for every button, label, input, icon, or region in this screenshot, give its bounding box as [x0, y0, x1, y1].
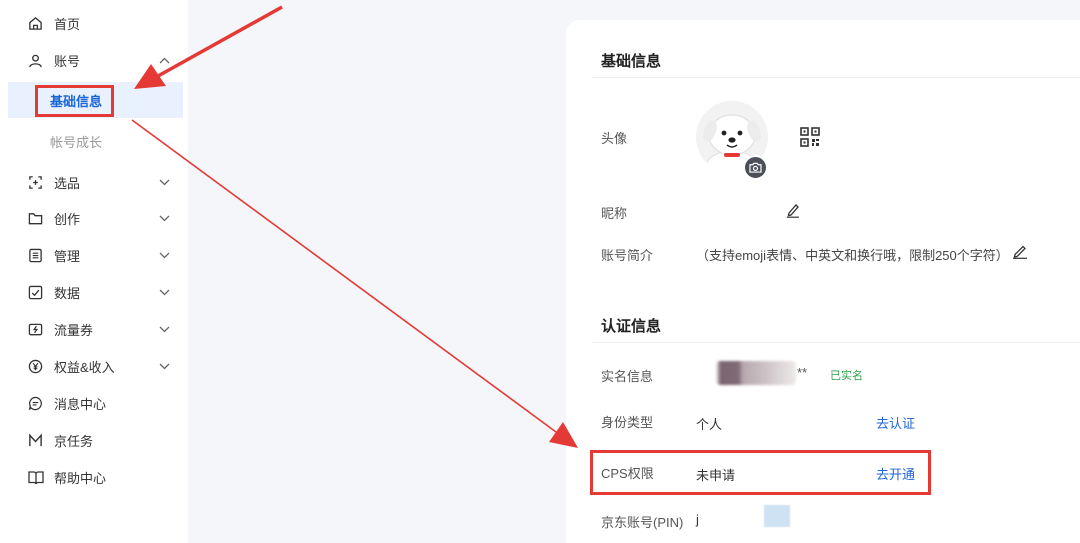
realname-masked: **: [797, 365, 808, 380]
task-icon: [27, 432, 44, 449]
home-icon: [27, 15, 44, 32]
sidebar-item-rights-income[interactable]: 权益&收入: [0, 348, 188, 384]
highlight-box-basic-info: [35, 85, 114, 117]
highlight-box-cps: [590, 450, 931, 495]
sidebar-item-label: 流量券: [54, 322, 94, 338]
sidebar-item-label: 数据: [54, 285, 81, 301]
sidebar-item-label: 权益&收入: [54, 359, 115, 375]
sidebar-item-label: 账号: [54, 53, 81, 69]
sidebar-subitem-label: 帐号成长: [50, 134, 103, 150]
chevron-down-icon: [158, 360, 170, 372]
coupon-icon: [27, 321, 44, 338]
identity-label: 身份类型: [601, 415, 654, 430]
yen-icon: [27, 358, 44, 375]
sidebar-item-data[interactable]: 数据: [0, 274, 188, 310]
folder-icon: [27, 210, 44, 227]
edit-bio-icon[interactable]: [1012, 243, 1028, 259]
chevron-down-icon: [158, 286, 170, 298]
data-icon: [27, 284, 44, 301]
sidebar-item-traffic-coupon[interactable]: 流量券: [0, 311, 188, 347]
sidebar-item-label: 帮助中心: [54, 470, 107, 486]
sidebar: 首页 账号 基础信息 帐号成长 选品 创作 管理 数据 流量券 权益&收入 消息…: [0, 0, 188, 543]
verify-link[interactable]: 去认证: [876, 413, 915, 432]
sidebar-item-jd-task[interactable]: 京任务: [0, 422, 188, 458]
chevron-down-icon: [158, 176, 170, 188]
sidebar-item-label: 选品: [54, 175, 81, 191]
sidebar-item-label: 消息中心: [54, 396, 107, 412]
blurred-realname: [716, 361, 796, 385]
chevron-down-icon: [158, 249, 170, 261]
sidebar-item-message-center[interactable]: 消息中心: [0, 385, 188, 421]
avatar-label: 头像: [601, 131, 628, 146]
sidebar-item-home[interactable]: 首页: [0, 5, 188, 41]
sidebar-item-manage[interactable]: 管理: [0, 237, 188, 273]
realname-label: 实名信息: [601, 369, 654, 384]
book-icon: [27, 469, 44, 486]
select-product-icon: [27, 174, 44, 191]
chevron-down-icon: [158, 212, 170, 224]
sidebar-item-label: 首页: [54, 16, 81, 32]
sidebar-item-create[interactable]: 创作: [0, 200, 188, 236]
manage-icon: [27, 247, 44, 264]
sidebar-item-label: 管理: [54, 248, 81, 264]
bio-field[interactable]: （支持emoji表情、中英文和换行哦，限制250个字符）: [696, 245, 1009, 264]
sidebar-item-label: 京任务: [54, 433, 94, 449]
bio-label: 账号简介: [601, 248, 654, 263]
chevron-down-icon: [158, 323, 170, 335]
sidebar-item-account[interactable]: 账号: [0, 42, 188, 78]
nickname-label: 昵称: [601, 206, 628, 221]
sidebar-item-label: 创作: [54, 211, 81, 227]
qr-code-icon[interactable]: [800, 127, 820, 147]
blurred-pin: [764, 505, 790, 527]
identity-value: 个人: [696, 417, 723, 432]
sidebar-item-select-product[interactable]: 选品: [0, 164, 188, 200]
divider: [592, 77, 1080, 78]
sidebar-subitem-account-growth[interactable]: 帐号成长: [8, 123, 183, 159]
message-icon: [27, 395, 44, 412]
user-icon: [27, 52, 44, 69]
pin-value: j: [696, 512, 699, 527]
divider: [592, 342, 1080, 343]
basic-info-title: 基础信息: [601, 53, 662, 70]
camera-icon[interactable]: [743, 155, 768, 180]
pin-label: 京东账号(PIN): [601, 515, 684, 530]
verified-badge: 已实名: [830, 370, 863, 382]
sidebar-item-help-center[interactable]: 帮助中心: [0, 459, 188, 495]
edit-nickname-icon[interactable]: [786, 202, 802, 218]
auth-info-title: 认证信息: [601, 318, 662, 335]
chevron-up-icon: [158, 54, 170, 66]
